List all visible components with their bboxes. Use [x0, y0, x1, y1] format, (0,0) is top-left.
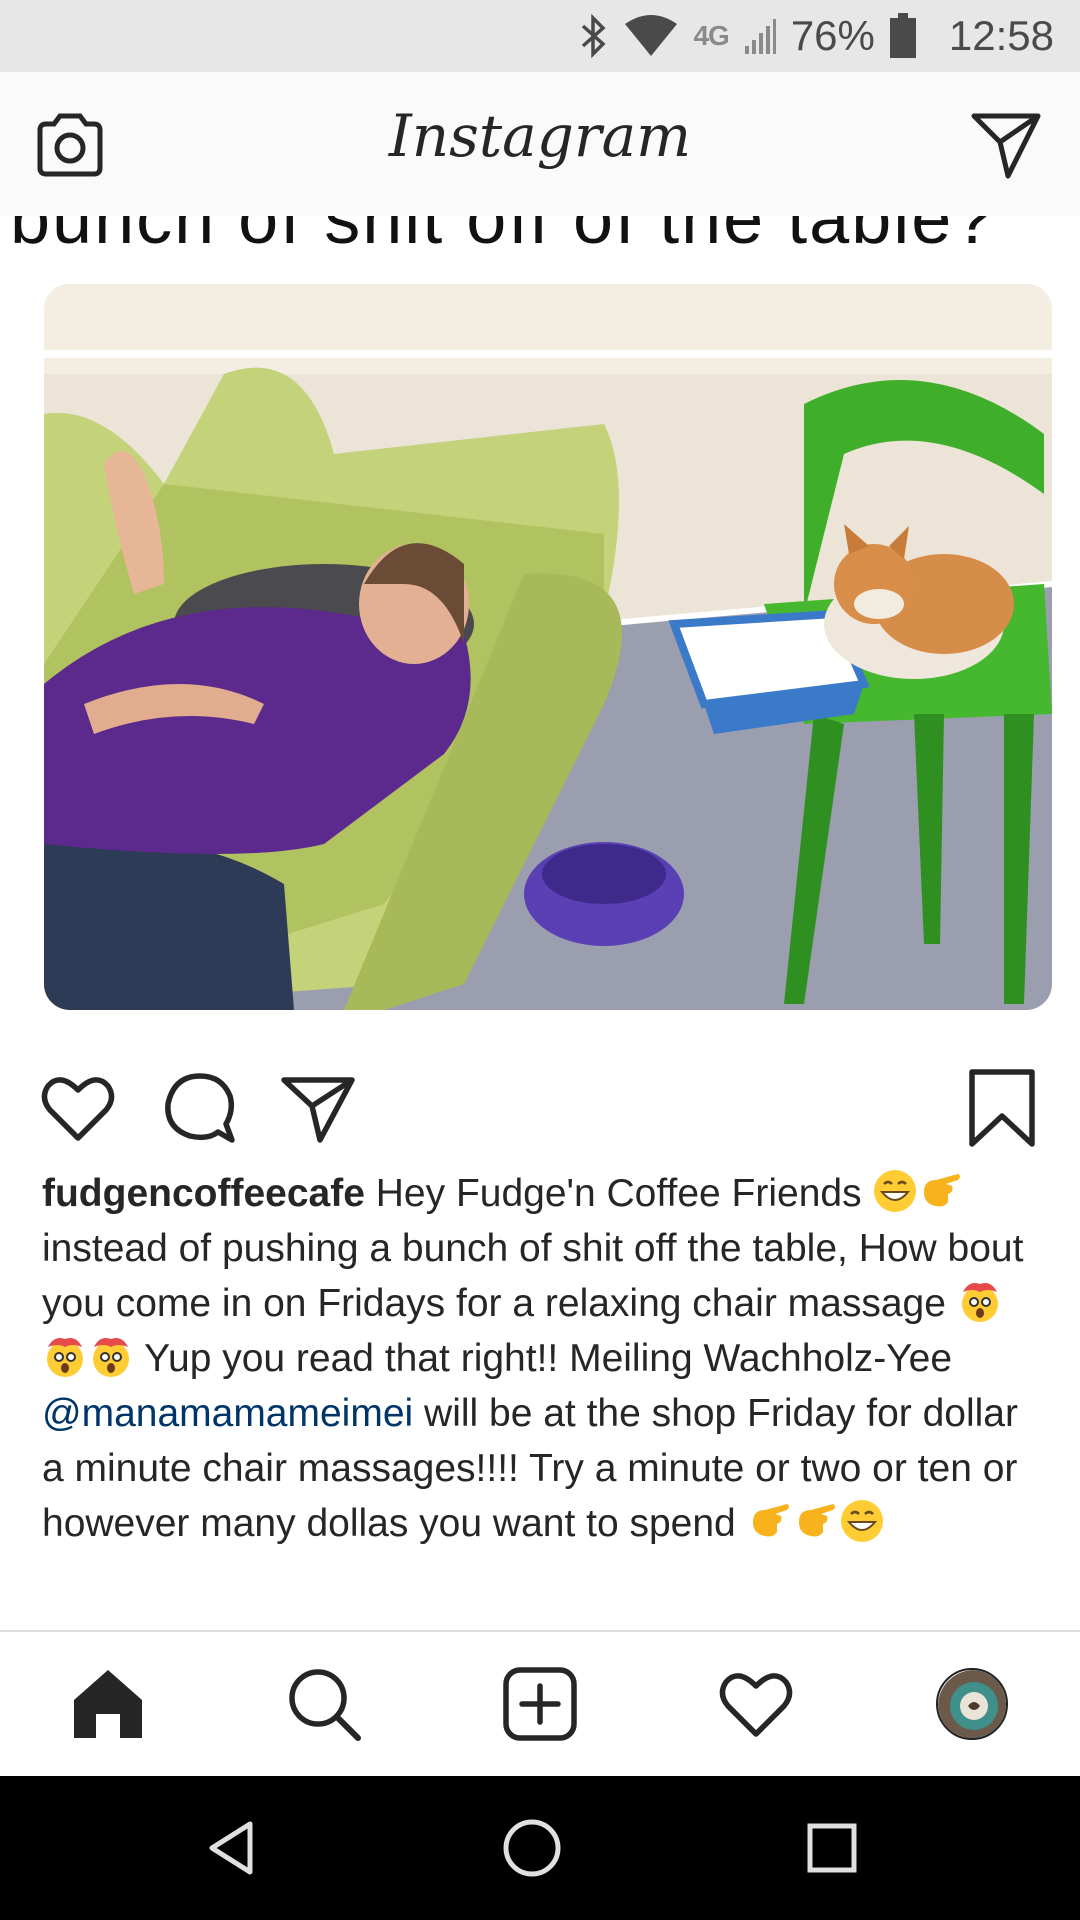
- new-post-icon[interactable]: [502, 1666, 578, 1742]
- profile-avatar[interactable]: [936, 1668, 1008, 1740]
- pointing-hand-emoji: [752, 1504, 789, 1537]
- exploding-head-emoji: [961, 1283, 998, 1322]
- comment-icon[interactable]: [160, 1068, 240, 1148]
- caption-text-2: instead of pushing a bunch of shit off t…: [42, 1227, 1024, 1325]
- bookmark-icon[interactable]: [962, 1068, 1042, 1148]
- exploding-head-emoji: [93, 1338, 129, 1377]
- post-image[interactable]: bunch of shit off of the table?: [0, 216, 1080, 1036]
- network-type: 4G: [693, 20, 729, 51]
- feed[interactable]: bunch of shit off of the table? fudgenco…: [0, 216, 1080, 1630]
- caption-text-3: Yup you read that right!! Meiling Wachho…: [144, 1337, 953, 1380]
- caption-mention-link[interactable]: @manamamameimei: [42, 1392, 413, 1435]
- bluetooth-icon: [582, 14, 607, 58]
- signal-icon: [744, 19, 776, 54]
- grinning-emoji: [874, 1170, 917, 1212]
- direct-message-icon[interactable]: [970, 108, 1042, 180]
- home-icon[interactable]: [70, 1666, 146, 1742]
- home-circle-icon[interactable]: [500, 1816, 564, 1880]
- post-actions: [0, 1056, 1080, 1166]
- app-header: Instagram: [0, 72, 1080, 216]
- wifi-icon: [625, 15, 678, 56]
- share-icon[interactable]: [278, 1068, 358, 1148]
- exploding-head-emoji: [47, 1338, 83, 1377]
- battery-icon: [889, 13, 916, 58]
- bottom-nav: [0, 1632, 1080, 1776]
- instagram-logo: Instagram: [388, 102, 692, 170]
- meme-caption-text: bunch of shit off of the table?: [10, 216, 996, 259]
- caption-username[interactable]: fudgencoffeecafe: [42, 1172, 365, 1215]
- status-bar: 4G 76% 12:58: [0, 0, 1080, 72]
- battery-percent: 76%: [790, 12, 875, 59]
- search-icon[interactable]: [286, 1666, 362, 1742]
- recents-icon[interactable]: [800, 1816, 864, 1880]
- heart-icon[interactable]: [38, 1068, 118, 1148]
- back-icon[interactable]: [200, 1816, 264, 1880]
- meme-photo: [44, 284, 1052, 1010]
- status-icons: 4G 76% 12:58: [579, 0, 1054, 72]
- pointing-hand-emoji: [924, 1174, 961, 1207]
- grinning-emoji: [840, 1500, 883, 1542]
- clock: 12:58: [948, 12, 1054, 59]
- system-navigation-bar: [0, 1776, 1080, 1920]
- activity-heart-icon[interactable]: [718, 1666, 794, 1742]
- pointing-hand-emoji: [798, 1504, 835, 1537]
- post-caption: fudgencoffeecafe Hey Fudge'n Coffee Frie…: [42, 1166, 1042, 1551]
- caption-text-1: Hey Fudge'n Coffee Friends: [375, 1172, 862, 1215]
